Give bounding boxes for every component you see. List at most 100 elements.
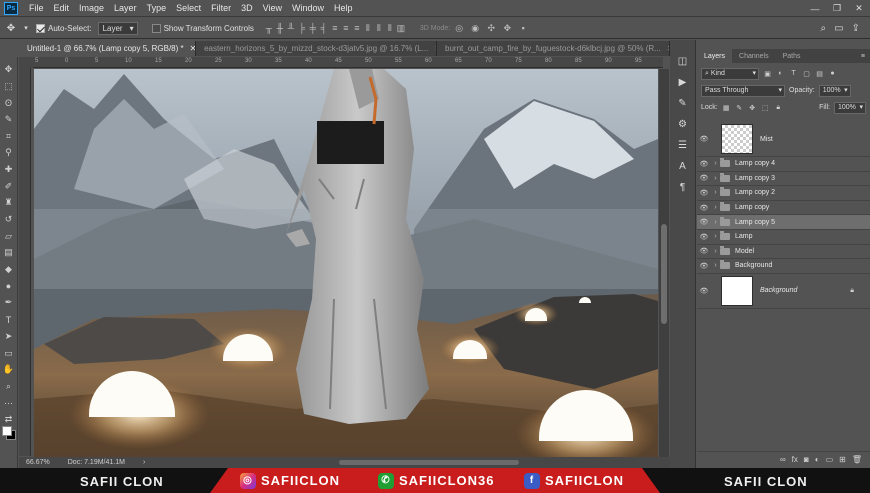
move-tool-icon[interactable]: ✥ — [0, 23, 22, 34]
healing-brush-tool-icon[interactable]: ✚ — [2, 161, 16, 178]
3d-roll-icon[interactable]: ◉ — [470, 22, 480, 34]
tab-layers[interactable]: Layers — [697, 49, 733, 63]
chevron-right-icon[interactable]: › — [711, 160, 720, 167]
history-brush-tool-icon[interactable]: ↺ — [2, 211, 16, 228]
menu-help[interactable]: Help — [329, 3, 358, 13]
auto-align-icon[interactable]: ▥ — [396, 22, 406, 34]
visibility-eye-icon[interactable]: 👁︎ — [697, 233, 711, 241]
tab-channels[interactable]: Channels — [732, 49, 776, 63]
chevron-right-icon[interactable]: › — [711, 248, 720, 255]
distribute-vcenter-icon[interactable]: ≡ — [341, 22, 351, 34]
restore-icon[interactable]: ❐ — [826, 0, 848, 17]
minimize-icon[interactable]: — — [804, 0, 826, 17]
share-icon[interactable]: ⇪ — [852, 23, 860, 34]
adjustment-layer-icon[interactable]: ◐ — [815, 455, 820, 464]
shape-tool-icon[interactable]: ▭ — [2, 345, 16, 362]
3d-orbit-icon[interactable]: ◎ — [454, 22, 464, 34]
chevron-right-icon[interactable]: › — [711, 219, 720, 226]
align-right-icon[interactable]: ╡ — [319, 22, 329, 34]
layer-row[interactable]: 👁︎ › Lamp copy 4 — [697, 157, 870, 172]
visibility-eye-icon[interactable]: 👁︎ — [697, 287, 711, 295]
layer-row[interactable]: 👁︎ › Lamp copy 2 — [697, 186, 870, 201]
distribute-right-icon[interactable]: ⦀ — [385, 22, 395, 34]
document-canvas[interactable] — [34, 69, 658, 457]
filter-toggle-icon[interactable]: ● — [828, 69, 837, 78]
visibility-eye-icon[interactable]: 👁︎ — [697, 189, 711, 197]
doc-size[interactable]: Doc: 7.19M/41.1M — [68, 459, 125, 466]
menu-file[interactable]: File — [24, 3, 49, 13]
align-top-icon[interactable]: ╥ — [264, 22, 274, 34]
gradient-tool-icon[interactable]: ▤ — [2, 245, 16, 262]
status-arrow-icon[interactable]: › — [143, 459, 145, 466]
layer-row[interactable]: 👁︎ › Model — [697, 245, 870, 260]
panel-menu-icon[interactable]: ≡ — [861, 49, 870, 63]
3d-slide-icon[interactable]: ✥ — [502, 22, 512, 34]
clone-stamp-tool-icon[interactable]: ♜ — [2, 195, 16, 212]
add-mask-icon[interactable]: ◙ — [804, 455, 809, 464]
tab-burnt-out-camp-fire[interactable]: burnt_out_camp_fire_by_fuguestock-d6klbc… — [437, 41, 670, 56]
menu-view[interactable]: View — [258, 3, 287, 13]
brush-tool-icon[interactable]: ✐ — [2, 178, 16, 195]
eyedropper-tool-icon[interactable]: ⚲ — [2, 144, 16, 161]
horizontal-scroll-thumb[interactable] — [339, 460, 519, 465]
lock-all-icon[interactable]: 🔒︎ — [774, 103, 783, 112]
chevron-down-icon[interactable]: ▾ — [22, 24, 30, 32]
crop-tool-icon[interactable]: ⌗ — [2, 128, 16, 145]
visibility-eye-icon[interactable]: 👁︎ — [697, 204, 711, 212]
3d-scale-icon[interactable]: ▪ — [518, 22, 528, 34]
tab-eastern-horizons[interactable]: eastern_horizons_5_by_mizzd_stock-d3jatv… — [196, 41, 438, 56]
show-transform-checkbox[interactable] — [151, 23, 161, 33]
zoom-tool-icon[interactable]: ⌕ — [2, 378, 16, 395]
layer-style-icon[interactable]: fx — [792, 455, 798, 464]
menu-layer[interactable]: Layer — [109, 3, 142, 13]
distribute-bottom-icon[interactable]: ≡ — [352, 22, 362, 34]
auto-select-target-dropdown[interactable]: Layer — [97, 21, 138, 35]
lock-artboard-icon[interactable]: ⬚ — [761, 103, 770, 112]
filter-pixel-icon[interactable]: ▣ — [763, 69, 772, 78]
layer-row[interactable]: 👁︎ › Background — [697, 259, 870, 274]
align-bottom-icon[interactable]: ╨ — [286, 22, 296, 34]
vertical-scrollbar[interactable] — [659, 69, 669, 457]
actions-panel-icon[interactable]: ▶ — [676, 75, 690, 89]
search-icon[interactable]: ⌕ — [821, 23, 827, 34]
eraser-tool-icon[interactable]: ▱ — [2, 228, 16, 245]
zoom-level[interactable]: 66.67% — [26, 459, 50, 466]
foreground-color-swatch[interactable] — [2, 426, 12, 436]
hand-tool-icon[interactable]: ✋ — [2, 361, 16, 378]
visibility-eye-icon[interactable]: 👁︎ — [697, 218, 711, 226]
auto-select-checkbox[interactable] — [36, 23, 45, 33]
chevron-right-icon[interactable]: › — [711, 204, 720, 211]
layer-row[interactable]: 👁︎ › Lamp copy 3 — [697, 172, 870, 187]
visibility-eye-icon[interactable]: 👁︎ — [697, 160, 711, 168]
quick-select-tool-icon[interactable]: ✎ — [2, 111, 16, 128]
menu-3d[interactable]: 3D — [236, 3, 258, 13]
visibility-eye-icon[interactable]: 👁︎ — [697, 135, 711, 143]
menu-image[interactable]: Image — [74, 3, 109, 13]
layer-row-selected[interactable]: 👁︎ › Lamp copy 5 — [697, 215, 870, 230]
filter-shape-icon[interactable]: ▢ — [802, 69, 811, 78]
filter-adjustment-icon[interactable]: ◐ — [776, 69, 785, 78]
vertical-scroll-thumb[interactable] — [661, 224, 667, 324]
layer-row[interactable]: 👁︎ › Lamp copy — [697, 201, 870, 216]
visibility-eye-icon[interactable]: 👁︎ — [697, 247, 711, 255]
menu-filter[interactable]: Filter — [206, 3, 236, 13]
brushes-panel-icon[interactable]: ✎ — [676, 96, 690, 110]
lock-position-icon[interactable]: ✥ — [748, 103, 757, 112]
align-vcenter-icon[interactable]: ╫ — [275, 22, 285, 34]
filter-smart-object-icon[interactable]: ▤ — [815, 69, 824, 78]
history-panel-icon[interactable]: ◫ — [676, 54, 690, 68]
fill-input[interactable]: 100% — [834, 101, 866, 114]
layer-row[interactable]: 👁︎ Mist — [697, 122, 870, 157]
lasso-tool-icon[interactable]: ʘ — [2, 94, 16, 111]
character-panel-icon[interactable]: A — [676, 159, 690, 173]
pen-tool-icon[interactable]: ✒ — [2, 295, 16, 312]
path-select-tool-icon[interactable]: ➤ — [2, 328, 16, 345]
dodge-tool-icon[interactable]: ● — [2, 278, 16, 295]
chevron-right-icon[interactable]: › — [711, 233, 720, 240]
chevron-right-icon[interactable]: › — [711, 189, 720, 196]
align-hcenter-icon[interactable]: ╪ — [308, 22, 318, 34]
marquee-tool-icon[interactable]: ⬚ — [2, 78, 16, 95]
brush-settings-panel-icon[interactable]: ⚙ — [676, 117, 690, 131]
close-icon[interactable]: ✕ — [848, 0, 870, 17]
align-left-icon[interactable]: ╞ — [297, 22, 307, 34]
